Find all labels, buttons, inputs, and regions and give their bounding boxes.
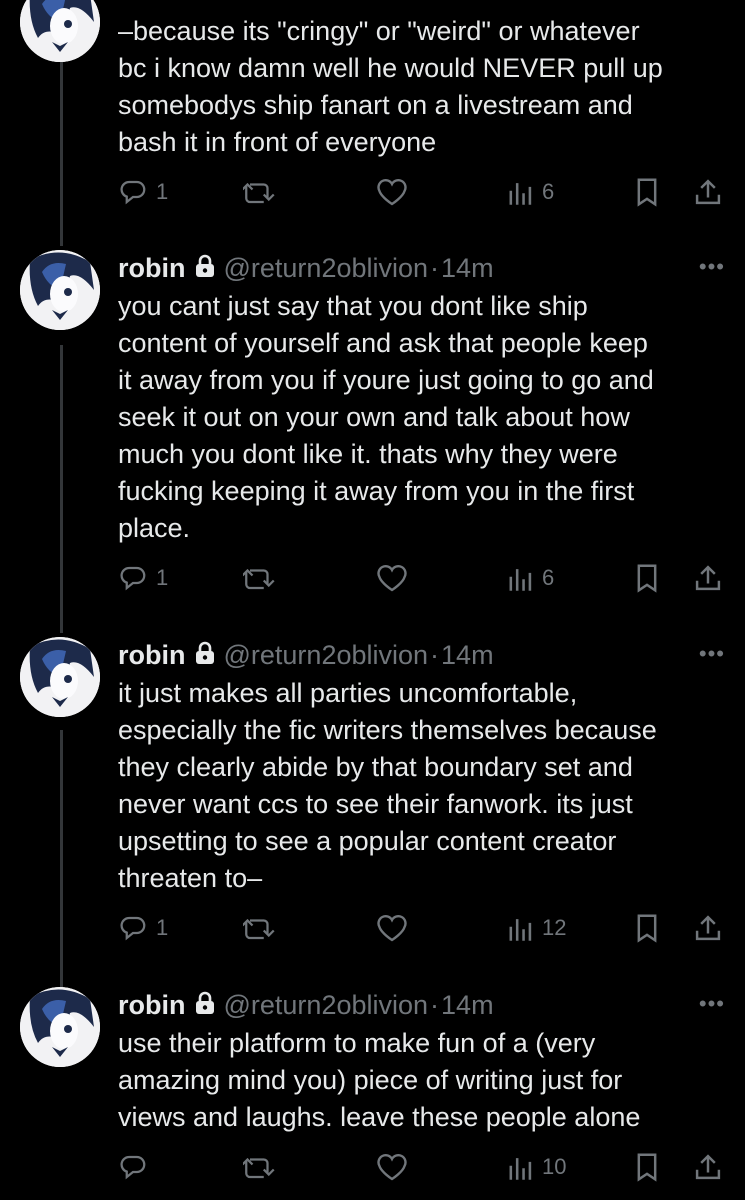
share-icon [695, 1154, 721, 1180]
share-icon [695, 565, 721, 591]
like-button[interactable] [376, 172, 408, 212]
display-name[interactable]: robin [118, 640, 186, 671]
reply-icon [120, 180, 146, 205]
reply-button[interactable]: 1 [118, 558, 168, 598]
timestamp[interactable]: 14m [441, 990, 494, 1021]
bookmark-icon [637, 564, 657, 593]
share-icon [695, 915, 721, 941]
reply-icon [120, 916, 146, 941]
reply-icon [120, 566, 146, 591]
lock-icon [194, 641, 216, 672]
views-button[interactable]: 6 [508, 172, 554, 212]
more-options-button[interactable]: ••• [699, 254, 725, 280]
bookmark-button[interactable] [633, 1147, 661, 1187]
timestamp[interactable]: 14m [441, 253, 494, 284]
like-button[interactable] [376, 558, 408, 598]
tweet-actions: 10 [118, 1147, 728, 1187]
separator: · [430, 252, 440, 283]
views-button[interactable]: 12 [508, 908, 566, 948]
share-icon [695, 179, 721, 205]
reply-count: 1 [156, 179, 169, 204]
views-icon [509, 1158, 532, 1180]
bookmark-icon [637, 178, 657, 207]
views-count: 12 [542, 915, 567, 940]
bookmark-icon [637, 914, 657, 943]
retweet-button[interactable] [243, 558, 277, 598]
tweet-actions: 1 6 [118, 172, 728, 212]
heart-icon [377, 914, 407, 942]
heart-icon [377, 178, 407, 206]
timestamp[interactable]: 14m [441, 640, 494, 671]
views-count: 10 [542, 1154, 567, 1179]
thread-line [60, 345, 63, 633]
avatar[interactable] [20, 250, 100, 330]
tweet-text: it just makes all parties uncomfortable,… [118, 678, 657, 893]
more-options-button[interactable]: ••• [699, 641, 725, 667]
like-button[interactable] [376, 1147, 408, 1187]
views-count: 6 [542, 565, 555, 590]
views-icon [509, 569, 532, 591]
tweet-header: robin @return2oblivion · 14m [118, 637, 494, 673]
separator: · [430, 989, 440, 1020]
tweet-header: robin @return2oblivion · 14m [118, 987, 494, 1023]
lock-icon [194, 991, 216, 1022]
bookmark-button[interactable] [633, 172, 661, 212]
separator: · [430, 639, 440, 670]
views-count: 6 [542, 179, 555, 204]
views-icon [509, 183, 532, 205]
display-name[interactable]: robin [118, 990, 186, 1021]
tweet-text: –because its "cringy" or "weird" or what… [118, 16, 663, 157]
avatar[interactable] [20, 637, 100, 717]
share-button[interactable] [693, 558, 723, 598]
share-button[interactable] [693, 172, 723, 212]
share-button[interactable] [693, 908, 723, 948]
thread-line [60, 730, 63, 988]
reply-icon [120, 1155, 146, 1180]
reply-button[interactable] [118, 1147, 156, 1187]
display-name[interactable]: robin [118, 253, 186, 284]
lock-icon [194, 254, 216, 285]
views-button[interactable]: 6 [508, 558, 554, 598]
user-handle[interactable]: @return2oblivion [224, 990, 429, 1021]
retweet-button[interactable] [243, 908, 277, 948]
views-button[interactable]: 10 [508, 1147, 566, 1187]
tweet-text: use their platform to make fun of a (ver… [118, 1028, 641, 1132]
tweet-text: you cant just say that you dont like shi… [118, 291, 654, 543]
reply-button[interactable]: 1 [118, 172, 168, 212]
retweet-button[interactable] [243, 172, 277, 212]
retweet-icon [243, 1157, 275, 1179]
retweet-icon [243, 568, 275, 590]
views-icon [509, 919, 532, 941]
bookmark-icon [637, 1153, 657, 1182]
user-handle[interactable]: @return2oblivion [224, 640, 429, 671]
bookmark-button[interactable] [633, 558, 661, 598]
more-options-button[interactable]: ••• [699, 991, 725, 1017]
reply-count: 1 [156, 565, 169, 590]
tweet-header: robin @return2oblivion · 14m [118, 250, 494, 286]
like-button[interactable] [376, 908, 408, 948]
retweet-button[interactable] [243, 1147, 277, 1187]
retweet-icon [243, 182, 275, 204]
heart-icon [377, 1153, 407, 1181]
reply-count: 1 [156, 915, 169, 940]
share-button[interactable] [693, 1147, 723, 1187]
reply-button[interactable]: 1 [118, 908, 168, 948]
user-handle[interactable]: @return2oblivion [224, 253, 429, 284]
avatar[interactable] [20, 987, 100, 1067]
tweet-actions: 1 12 [118, 908, 728, 948]
tweet-actions: 1 6 [118, 558, 728, 598]
avatar[interactable] [20, 0, 100, 62]
heart-icon [377, 564, 407, 592]
bookmark-button[interactable] [633, 908, 661, 948]
thread-line [60, 58, 63, 246]
retweet-icon [243, 918, 275, 940]
